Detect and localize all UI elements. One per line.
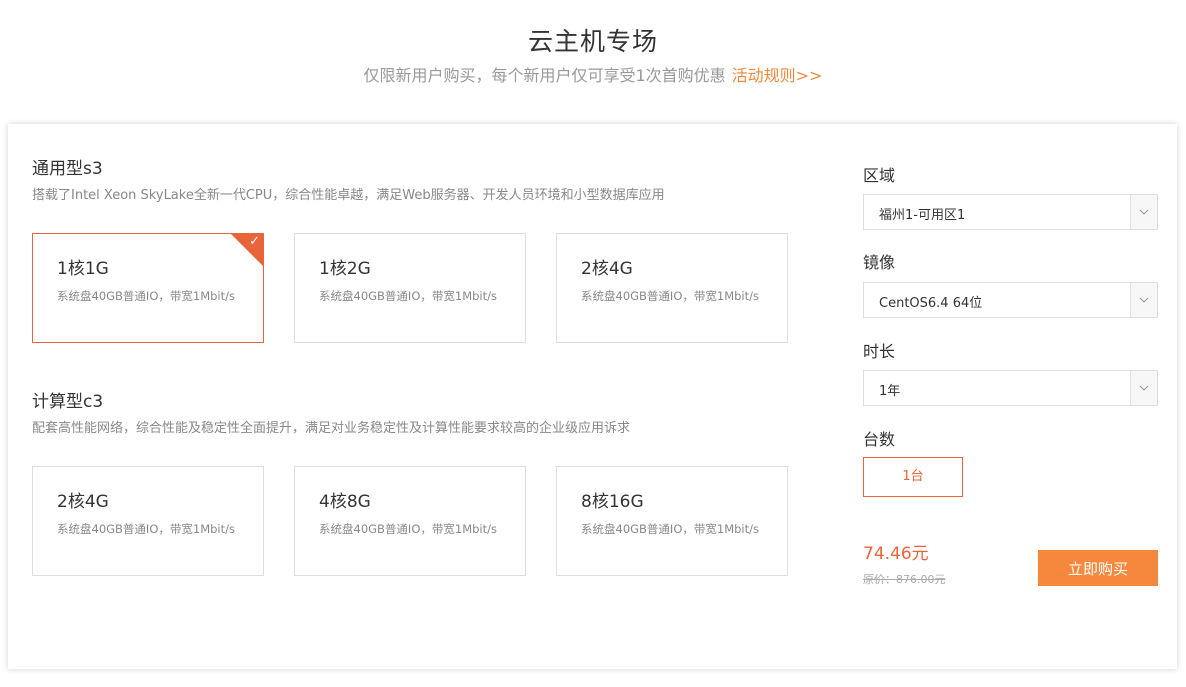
duration-select[interactable]: 1年: [863, 370, 1158, 406]
image-value: CentOS6.4 64位: [879, 296, 983, 311]
page-subtitle: 仅限新用户购买，每个新用户仅可享受1次首购优惠 活动规则>>: [0, 62, 1186, 86]
spec-card-desc: 系统盘40GB普通IO，带宽1Mbit/s: [57, 289, 235, 303]
product-panel: 通用型s3 搭载了Intel Xeon SkyLake全新一代CPU，综合性能卓…: [8, 124, 1177, 669]
section-title-compute: 计算型c3: [32, 392, 104, 412]
section-desc-compute: 配套高性能网络，综合性能及稳定性全面提升，满足对业务稳定性及计算性能要求较高的企…: [32, 421, 631, 436]
region-label: 区域: [863, 166, 896, 185]
spec-card-title: 1核1G: [57, 259, 109, 279]
spec-card-compute-2c4g[interactable]: 2核4G 系统盘40GB普通IO，带宽1Mbit/s: [32, 466, 264, 576]
image-select[interactable]: CentOS6.4 64位: [863, 282, 1158, 318]
chevron-down-icon: [1130, 283, 1157, 317]
spec-card-desc: 系统盘40GB普通IO，带宽1Mbit/s: [581, 289, 759, 303]
duration-value: 1年: [879, 384, 901, 399]
spec-card-compute-8c16g[interactable]: 8核16G 系统盘40GB普通IO，带宽1Mbit/s: [556, 466, 788, 576]
spec-card-desc: 系统盘40GB普通IO，带宽1Mbit/s: [57, 522, 235, 536]
subtitle-text: 仅限新用户购买，每个新用户仅可享受1次首购优惠: [363, 66, 726, 85]
spec-card-general-1c2g[interactable]: 1核2G 系统盘40GB普通IO，带宽1Mbit/s: [294, 233, 526, 343]
page-title: 云主机专场: [527, 27, 658, 56]
spec-card-title: 1核2G: [319, 259, 371, 279]
spec-card-compute-4c8g[interactable]: 4核8G 系统盘40GB普通IO，带宽1Mbit/s: [294, 466, 526, 576]
duration-label: 时长: [863, 342, 896, 361]
original-price: 原价：876.00元: [863, 573, 946, 586]
spec-card-desc: 系统盘40GB普通IO，带宽1Mbit/s: [319, 522, 497, 536]
spec-card-general-1c1g[interactable]: ✓ 1核1G 系统盘40GB普通IO，带宽1Mbit/s: [32, 233, 264, 343]
check-icon: ✓: [249, 234, 260, 249]
chevron-down-icon: [1130, 371, 1157, 405]
spec-card-title: 8核16G: [581, 492, 644, 512]
chevron-down-icon: [1130, 195, 1157, 229]
activity-rules-link[interactable]: 活动规则>>: [732, 66, 823, 85]
spec-card-desc: 系统盘40GB普通IO，带宽1Mbit/s: [581, 522, 759, 536]
buy-now-button[interactable]: 立即购买: [1038, 550, 1158, 586]
spec-card-general-2c4g[interactable]: 2核4G 系统盘40GB普通IO，带宽1Mbit/s: [556, 233, 788, 343]
quantity-option[interactable]: 1台: [863, 457, 963, 497]
price: 74.46元: [863, 544, 929, 564]
spec-card-title: 2核4G: [581, 259, 633, 279]
region-value: 福州1-可用区1: [879, 208, 966, 223]
section-desc-general: 搭载了Intel Xeon SkyLake全新一代CPU，综合性能卓越，满足We…: [32, 188, 665, 203]
spec-card-desc: 系统盘40GB普通IO，带宽1Mbit/s: [319, 289, 497, 303]
spec-card-title: 2核4G: [57, 492, 109, 512]
image-label: 镜像: [863, 253, 896, 272]
region-select[interactable]: 福州1-可用区1: [863, 194, 1158, 230]
section-title-general: 通用型s3: [32, 159, 103, 179]
quantity-label: 台数: [863, 430, 896, 449]
spec-card-title: 4核8G: [319, 492, 371, 512]
